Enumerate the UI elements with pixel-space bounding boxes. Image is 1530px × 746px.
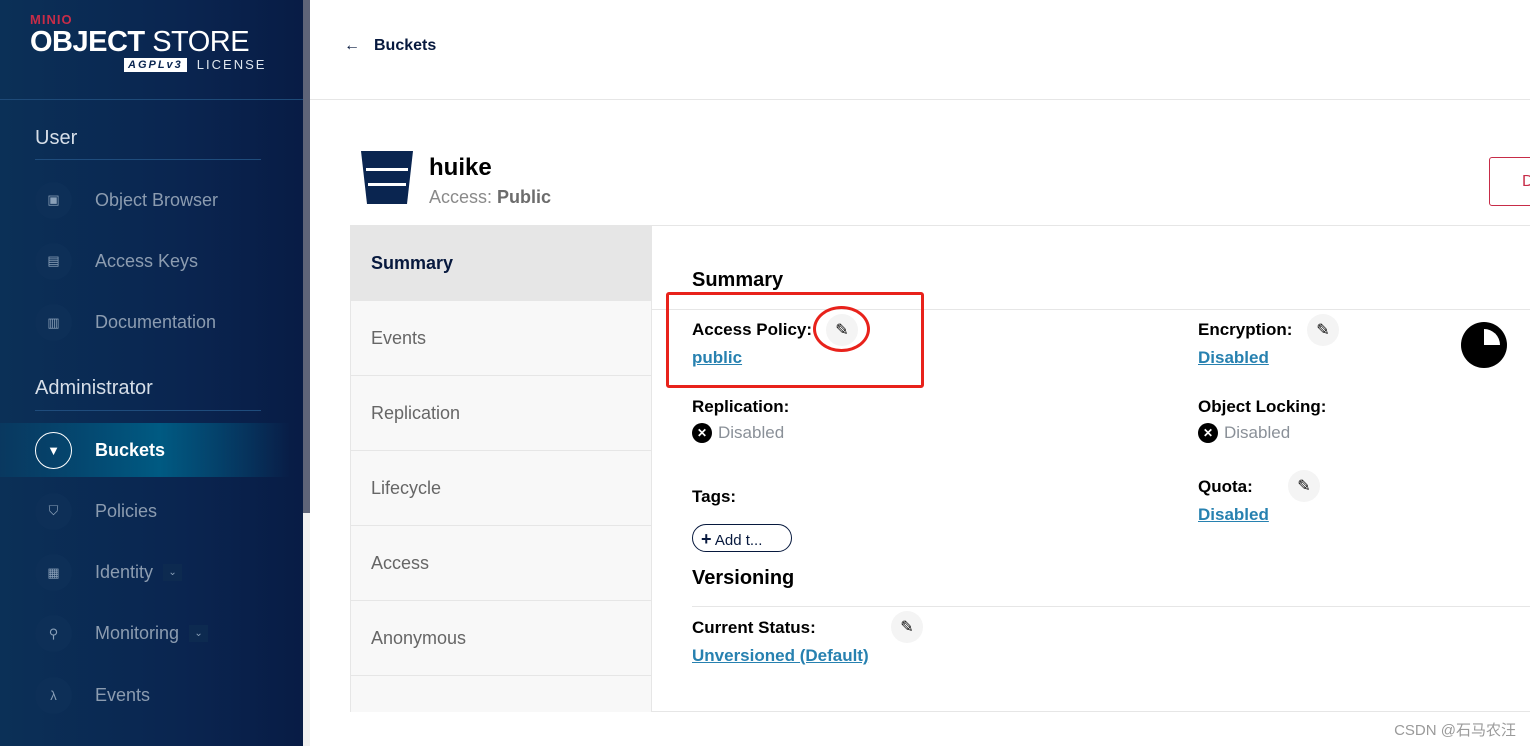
- policy-icon: ⛉: [35, 492, 72, 530]
- sidebar-item-events[interactable]: λ Events: [0, 668, 290, 722]
- back-to-buckets-link[interactable]: ← Buckets: [344, 37, 436, 55]
- sidebar-item-access-keys[interactable]: ▤ Access Keys: [0, 234, 290, 288]
- sidebar-item-buckets[interactable]: ▼ Buckets: [0, 423, 290, 477]
- minio-logo: MINIO OBJECT STORE AGPLv3 LICENSE: [30, 12, 266, 72]
- edit-quota-button[interactable]: ✎: [1288, 470, 1320, 502]
- access-label: Access:: [429, 187, 493, 207]
- sidebar-item-identity[interactable]: ▦ Identity ⌄: [0, 546, 290, 600]
- pencil-icon: ✎: [1297, 478, 1311, 495]
- sidebar-item-label: Buckets: [95, 439, 166, 460]
- x-circle-icon: ✕: [1198, 423, 1218, 443]
- versioning-title: Versioning: [692, 567, 795, 589]
- object-locking-value: Disabled: [1224, 423, 1291, 442]
- annotation-highlight-circle: [813, 306, 870, 352]
- tab-events[interactable]: Events: [351, 301, 651, 376]
- monitoring-icon: ⚲: [35, 615, 72, 653]
- annotation-highlight-box: [666, 292, 924, 388]
- versioning-status-link[interactable]: Unversioned (Default): [692, 646, 869, 666]
- logo-product-light: STORE: [152, 26, 250, 58]
- quota-link[interactable]: Disabled: [1198, 505, 1269, 525]
- encryption-label: Encryption:: [1198, 320, 1293, 339]
- sidebar-item-object-browser[interactable]: ▣ Object Browser: [0, 173, 290, 227]
- chevron-down-icon[interactable]: ⌄: [163, 564, 183, 582]
- documentation-icon: ▥: [35, 304, 72, 342]
- agpl-badge: AGPLv3: [124, 57, 187, 72]
- tab-summary[interactable]: Summary: [351, 226, 651, 301]
- add-tag-label: Add t...: [714, 532, 763, 549]
- arrow-left-icon: ←: [344, 37, 360, 54]
- summary-title: Summary: [692, 269, 784, 291]
- bucket-icon: [361, 151, 413, 204]
- bucket-name: huike: [429, 154, 492, 181]
- tab-access[interactable]: Access: [351, 526, 651, 601]
- bucket-icon: ▼: [35, 431, 72, 469]
- access-keys-icon: ▤: [35, 242, 72, 280]
- usage-pie-icon: [1461, 322, 1507, 368]
- add-tag-button[interactable]: + Add t...: [692, 524, 792, 552]
- x-circle-icon: ✕: [692, 423, 712, 443]
- object-browser-icon: ▣: [35, 181, 72, 219]
- divider: [35, 159, 261, 160]
- access-value: Public: [497, 187, 552, 207]
- sidebar-scrollbar[interactable]: [303, 0, 310, 746]
- quota-label: Quota:: [1198, 477, 1253, 496]
- watermark: CSDN @石马农汪: [1394, 722, 1516, 739]
- replication-label: Replication:: [692, 397, 790, 416]
- tab-lifecycle[interactable]: Lifecycle: [351, 451, 651, 526]
- delete-bucket-button[interactable]: D: [1489, 157, 1530, 206]
- sidebar-item-label: Events: [95, 684, 151, 705]
- plus-icon: +: [701, 529, 712, 549]
- versioning-status-label: Current Status:: [692, 618, 816, 637]
- pencil-icon: ✎: [900, 619, 914, 636]
- section-user: User: [35, 127, 78, 149]
- edit-encryption-button[interactable]: ✎: [1307, 314, 1339, 346]
- tab-anonymous[interactable]: Anonymous: [351, 601, 651, 676]
- logo-brand: MINIO: [30, 12, 73, 27]
- sidebar-item-policies[interactable]: ⛉ Policies: [0, 484, 290, 538]
- sidebar-item-label: Access Keys: [95, 250, 199, 271]
- sidebar-item-monitoring[interactable]: ⚲ Monitoring ⌄: [0, 607, 290, 661]
- tab-list: Summary Events Replication Lifecycle Access A…: [351, 226, 652, 712]
- tags-label: Tags:: [692, 487, 737, 506]
- sidebar: MINIO OBJECT STORE AGPLv3 LICENSE User ▣ O…: [0, 0, 303, 746]
- delete-label: D: [1522, 173, 1530, 190]
- replication-value: Disabled: [718, 423, 785, 442]
- tab-replication[interactable]: Replication: [351, 376, 651, 451]
- edit-versioning-button[interactable]: ✎: [891, 611, 923, 643]
- divider: [35, 410, 261, 411]
- sidebar-item-label: Documentation: [95, 312, 217, 333]
- object-locking-label: Object Locking:: [1198, 397, 1327, 416]
- divider: [0, 99, 303, 100]
- encryption-link[interactable]: Disabled: [1198, 348, 1269, 368]
- logo-product-bold: OBJECT: [30, 26, 145, 58]
- scrollbar-thumb[interactable]: [303, 0, 310, 513]
- sidebar-item-label: Monitoring: [95, 623, 180, 644]
- sidebar-item-label: Object Browser: [95, 189, 219, 210]
- identity-icon: ▦: [35, 554, 72, 592]
- bucket-details-panel: Summary Events Replication Lifecycle Access A…: [350, 225, 1530, 712]
- pencil-icon: ✎: [1316, 322, 1330, 339]
- divider: [692, 606, 1530, 607]
- chevron-down-icon[interactable]: ⌄: [189, 625, 209, 643]
- sidebar-item-documentation[interactable]: ▥ Documentation: [0, 296, 290, 350]
- lambda-icon: λ: [35, 676, 72, 714]
- sidebar-item-label: Policies: [95, 500, 158, 521]
- bucket-access: Access: Public: [429, 187, 551, 208]
- section-administrator: Administrator: [35, 377, 153, 399]
- top-bar: ← Buckets: [310, 0, 1530, 100]
- license-label: LICENSE: [196, 57, 267, 72]
- sidebar-item-label: Identity: [95, 562, 154, 583]
- back-label: Buckets: [374, 37, 437, 54]
